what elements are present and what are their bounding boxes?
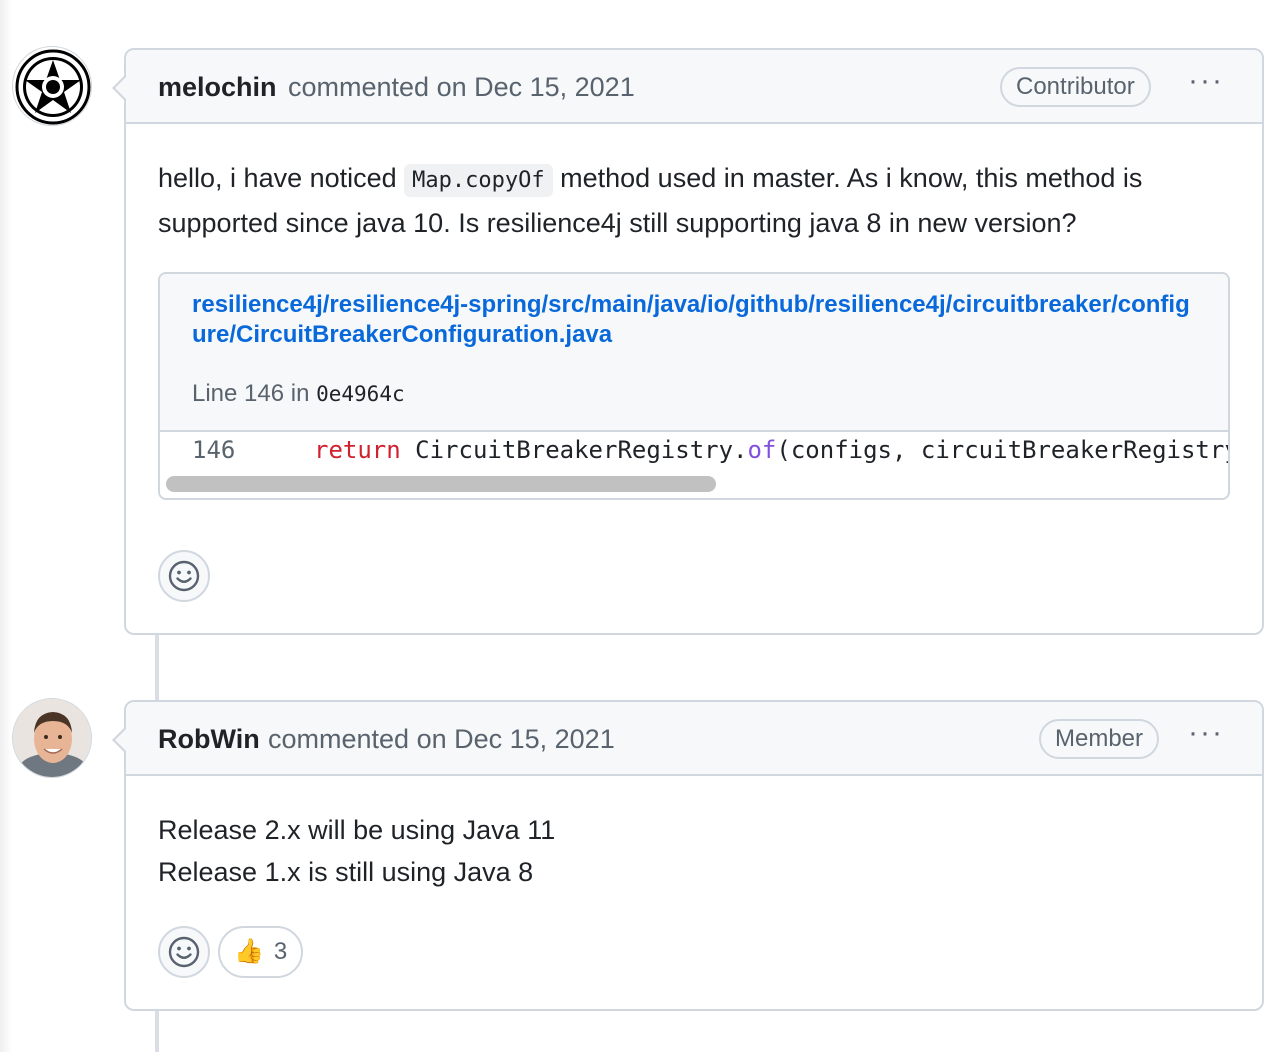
code-segment: (configs, circuitBreakerRegistryEventCon… [776,436,1228,464]
role-badge: Contributor [1000,67,1151,107]
comment-header: RobWin commented on Dec 15, 2021 Member … [126,702,1262,776]
role-badge: Member [1039,719,1160,759]
avatar-photo-icon [13,699,91,777]
code-keyword: return [314,436,401,464]
snippet-line-info: Line 146 in 0e4964c [192,380,405,408]
code-line: 146 return CircuitBreakerRegistry.of(con… [160,430,1228,470]
comment-card: RobWin commented on Dec 15, 2021 Member … [112,700,1264,1011]
comment-header: melochin commented on Dec 15, 2021 Contr… [126,50,1262,124]
smiley-icon [168,560,200,592]
code-text: return CircuitBreakerRegistry.of(configs… [314,430,1228,470]
snippet-header: resilience4j/resilience4j-spring/src/mai… [160,274,1228,432]
comment-body-line: Release 2.x will be using Java 11 [158,815,556,845]
add-reaction-button[interactable] [158,926,210,978]
snippet-line-label: Line 146 in [192,380,317,407]
comment-body: Release 2.x will be using Java 11 Releas… [158,809,555,893]
comment-timestamp[interactable]: commented on Dec 15, 2021 [288,72,635,103]
page-edge-shade [0,0,12,1052]
more-options-button[interactable]: ··· [1188,64,1224,98]
horizontal-scrollbar[interactable] [166,476,716,492]
thumbs-up-icon: 👍 [234,938,264,965]
comment-timestamp[interactable]: commented on Dec 15, 2021 [268,724,615,755]
avatar[interactable] [12,46,92,126]
smiley-icon [168,936,200,968]
add-reaction-button[interactable] [158,550,210,602]
comment-body-line: Release 1.x is still using Java 8 [158,857,534,887]
reaction-thumbs-up-button[interactable]: 👍 3 [218,926,304,978]
line-number[interactable]: 146 [192,430,235,470]
more-options-button[interactable]: ··· [1188,716,1224,750]
comment-card: melochin commented on Dec 15, 2021 Contr… [112,48,1264,635]
comment-body: hello, i have noticed Map.copyOf method … [158,157,1238,244]
snippet-file-link[interactable]: resilience4j/resilience4j-spring/src/mai… [192,290,1202,350]
code-method: of [747,436,777,464]
timeline-connector [155,1010,159,1052]
inline-code: Map.copyOf [404,164,553,197]
comment-author[interactable]: RobWin [158,724,260,755]
comment-author[interactable]: melochin [158,72,277,103]
code-snippet: resilience4j/resilience4j-spring/src/mai… [158,272,1230,500]
code-segment: CircuitBreakerRegistry. [400,436,748,464]
avatar-emblem-icon [15,49,91,125]
reaction-count: 3 [273,938,288,965]
avatar[interactable] [12,698,92,778]
comment-body-text: hello, i have noticed [158,163,405,193]
timeline-connector [155,634,159,702]
commit-sha-link[interactable]: 0e4964c [316,382,405,406]
